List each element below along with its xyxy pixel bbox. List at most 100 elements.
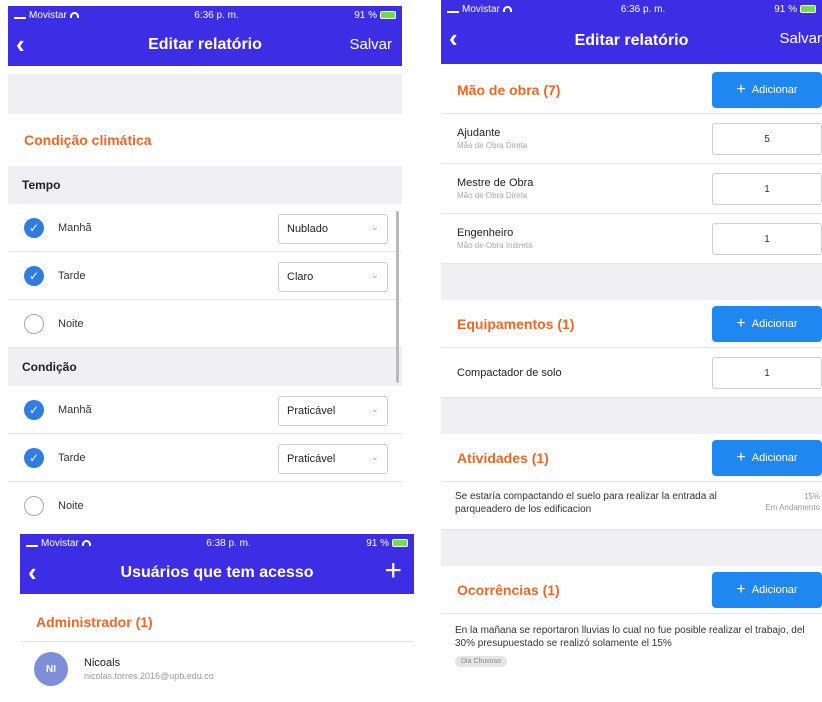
activity-item[interactable]: Se estaría compactando el suelo para rea… [441,482,822,530]
back-arrow-icon[interactable]: ‹ [449,24,458,52]
section-title-weather: Condição climática [24,132,152,148]
back-arrow-icon[interactable]: ‹ [28,558,37,586]
section-equipment: Equipamentos (1) + Adicionar [441,300,822,348]
activity-description: Se estaría compactando el suelo para rea… [455,491,717,515]
checkmark-icon[interactable]: ✓ [24,265,44,286]
condition-select-afternoon[interactable]: Praticável ⌄ [278,444,388,474]
labor-item: Mestre de Obra Mão de Obra Direta 1 [441,164,822,214]
section-occurrences: Ocorrências (1) + Adicionar [441,566,822,614]
wifi-icon [502,6,512,12]
scrollbar[interactable] [396,211,399,383]
weather-select-afternoon[interactable]: Claro ⌄ [278,262,388,292]
tempo-row-afternoon[interactable]: ✓ Tarde Claro ⌄ [8,252,402,300]
checkmark-icon[interactable]: ✓ [24,447,44,468]
add-label: Adicionar [751,84,798,96]
quantity-field[interactable]: 5 [712,123,822,155]
status-bar: Movistar 6:38 p. m. 91 % [20,534,414,552]
signal-icon [14,12,26,19]
section-title-equipment: Equipamentos (1) [457,315,575,332]
checkmark-icon[interactable]: ✓ [24,399,44,420]
plus-icon: + [736,315,746,332]
select-value: Praticável [287,405,336,417]
add-equipment-button[interactable]: + Adicionar [712,306,822,342]
page-title: Editar relatório [148,36,262,53]
condition-row-morning[interactable]: ✓ Manhã Praticável ⌄ [8,386,402,434]
chevron-down-icon: ⌄ [370,404,379,415]
chevron-down-icon: ⌄ [370,452,379,463]
row-label: Manhã [58,221,92,234]
plus-icon: + [736,449,746,466]
checkmark-icon[interactable]: ✓ [24,217,44,238]
occurrence-tag: Dia Chuvoso [455,656,508,667]
section-title-labor: Mão de obra (7) [457,81,561,98]
labor-item: Engenheiro Mão de Obra Indireta 1 [441,214,822,264]
nav-bar: ‹ Editar relatório Salvar [8,24,402,66]
clock: 6:36 p. m. [194,9,239,21]
screen-users-with-access: Movistar 6:38 p. m. 91 % ‹ Usuários que … [20,534,414,702]
add-label: Adicionar [751,318,798,330]
top-bar: Movistar 6:36 p. m. 91 % ‹ Editar relató… [441,0,822,64]
add-occurrence-button[interactable]: + Adicionar [712,572,822,608]
tempo-row-night[interactable]: Noite [8,300,402,348]
section-title-activities: Atividades (1) [457,449,549,466]
spacer [8,74,402,114]
plus-icon[interactable]: + [384,556,402,586]
occurrence-item[interactable]: En la mañana se reportaron lluvias lo cu… [441,614,822,694]
back-arrow-icon[interactable]: ‹ [16,30,25,58]
battery-icon [380,11,396,19]
condition-row-night[interactable]: Noite [8,482,402,518]
section-header: Condição climática [8,114,402,166]
carrier-label: Movistar [462,3,500,15]
status-bar: Movistar 6:36 p. m. 91 % [441,0,822,18]
add-labor-button[interactable]: + Adicionar [712,72,822,108]
battery-percent: 91 % [354,9,377,21]
add-label: Adicionar [751,452,798,464]
row-label: Noite [58,499,84,512]
condition-row-afternoon[interactable]: ✓ Tarde Praticável ⌄ [8,434,402,482]
activity-progress: 15% [803,492,820,501]
status-bar: Movistar 6:36 p. m. 91 % [8,6,402,24]
signal-icon [447,6,459,13]
equipment-item: Compactador de solo 1 [441,348,822,398]
row-label: Tarde [58,451,86,464]
wifi-icon [81,540,91,546]
top-bar: Movistar 6:36 p. m. 91 % ‹ Editar relató… [8,6,402,66]
page-title: Usuários que tem acesso [120,564,314,581]
save-button[interactable]: Salvar [349,36,392,53]
row-label: Noite [58,317,84,330]
add-activity-button[interactable]: + Adicionar [712,440,822,476]
condition-select-morning[interactable]: Praticável ⌄ [278,396,388,426]
unchecked-circle-icon[interactable] [24,495,44,516]
carrier-label: Movistar [41,537,79,549]
section-title-occurrences: Ocorrências (1) [457,581,560,598]
battery-percent: 91 % [774,3,797,15]
signal-icon [26,540,38,547]
plus-icon: + [736,581,746,598]
nav-bar: ‹ Editar relatório Salvar [441,18,822,64]
tempo-row-morning[interactable]: ✓ Manhã Nublado ⌄ [8,204,402,252]
nav-bar: ‹ Usuários que tem acesso + [20,552,414,594]
page-title: Editar relatório [574,32,689,49]
top-bar: Movistar 6:38 p. m. 91 % ‹ Usuários que … [20,534,414,594]
quantity-field[interactable]: 1 [712,173,822,205]
weather-select-morning[interactable]: Nublado ⌄ [278,214,388,244]
save-button[interactable]: Salvar [779,30,822,47]
unchecked-circle-icon[interactable] [24,313,44,334]
labor-item: Ajudante Mão de Obra Direta 5 [441,114,822,164]
user-row[interactable]: NI Nicoals nicolas.torres.2016@upb.edu.c… [20,642,414,696]
carrier-label: Movistar [29,9,67,21]
user-name: Nicoals [84,657,121,669]
activity-status: Em Andamento [765,503,820,512]
section-header: Administrador (1) [20,602,414,642]
subsection-condicao: Condição [8,348,402,386]
battery-icon [800,5,816,13]
chevron-down-icon: ⌄ [370,270,379,281]
subsection-tempo: Tempo [8,166,402,204]
select-value: Claro [287,271,314,283]
wifi-icon [69,12,79,18]
quantity-field[interactable]: 1 [712,357,822,389]
add-label: Adicionar [751,584,798,596]
user-email: nicolas.torres.2016@upb.edu.co [84,671,214,681]
quantity-field[interactable]: 1 [712,223,822,255]
clock: 6:36 p. m. [620,3,666,15]
